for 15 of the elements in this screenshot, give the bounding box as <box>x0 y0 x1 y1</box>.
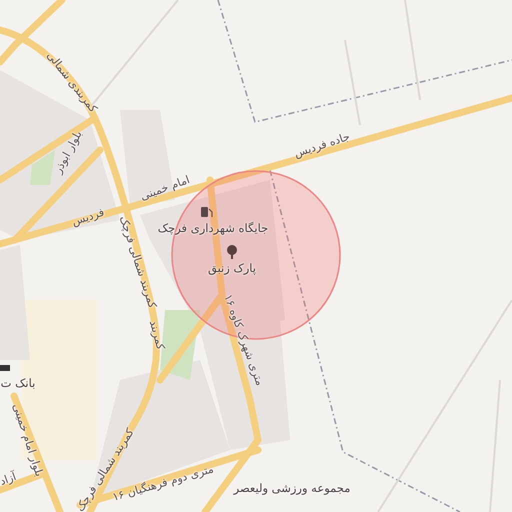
fuel-pump-icon <box>201 207 212 218</box>
road-label: فردیس <box>70 206 106 228</box>
road-label: ۱۶ متری شهرک کاوه <box>221 292 267 388</box>
road-label: امام خمینی <box>138 173 192 203</box>
place-label: پارک زنبق <box>208 261 256 275</box>
road-label: آزاد <box>0 470 18 488</box>
place-label: بانک ت <box>0 376 36 390</box>
place-label: مجموعه ورزشی ولیعصر <box>234 481 350 495</box>
road-label: کمربند <box>146 318 168 352</box>
road-label: کمربند شمالی فرچک <box>116 214 160 310</box>
tree-icon <box>227 245 237 259</box>
road-label: کمربندی شمالی <box>44 49 100 115</box>
park-area <box>30 150 55 185</box>
road-label: بلوار ابوذر <box>51 128 85 176</box>
road-label: جاده فردیس <box>292 130 352 160</box>
